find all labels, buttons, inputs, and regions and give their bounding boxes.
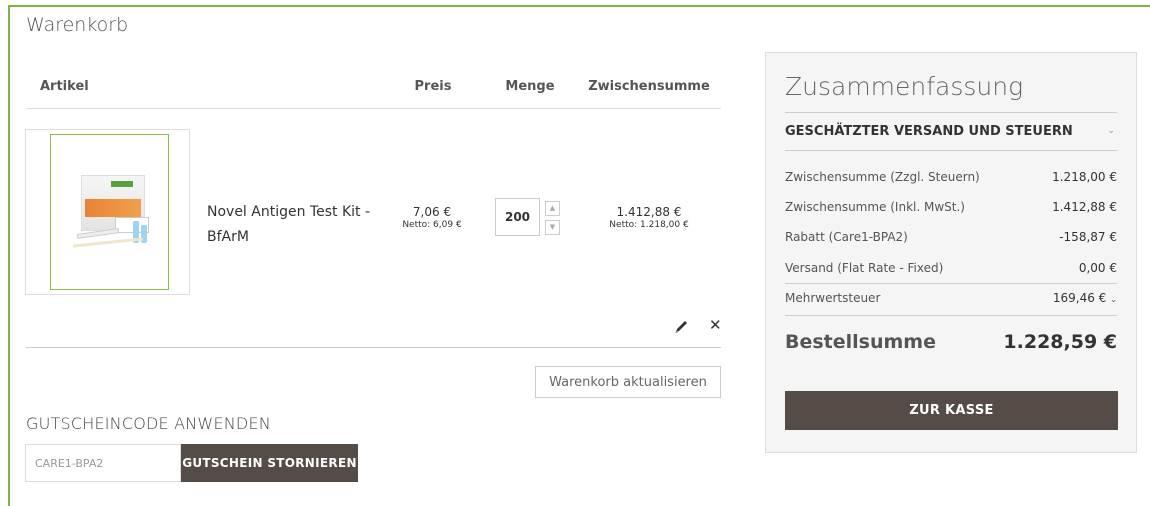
quantity-increase-button[interactable]: ▲ — [545, 201, 560, 216]
summary-row-subtotal-net: Zwischensumme (Zzgl. Steuern) 1.218,00 € — [785, 170, 1117, 190]
coupon-code-input[interactable] — [25, 444, 181, 482]
summary-divider — [785, 283, 1117, 284]
summary-divider — [785, 150, 1117, 151]
item-price-net: Netto: 6,09 € — [402, 220, 462, 230]
column-header-item: Artikel — [40, 79, 89, 94]
summary-row-value: 0,00 € — [1078, 261, 1117, 275]
vat-value: 169,46 € — [1052, 291, 1107, 305]
product-name[interactable]: Novel Antigen Test Kit - BfArM — [207, 200, 377, 250]
shipping-tax-label: GESCHÄTZTER VERSAND UND STEUERN — [785, 124, 1073, 139]
shipping-tax-toggle[interactable]: GESCHÄTZTER VERSAND UND STEUERN ⌄ — [785, 115, 1117, 149]
summary-title: Zusammenfassung — [785, 72, 1024, 101]
chevron-down-icon: ⌄ — [1110, 295, 1117, 304]
summary-row-value: -158,87 € — [1059, 230, 1117, 244]
summary-row-value: 169,46 € ⌄ — [1053, 291, 1117, 305]
summary-row-label: Zwischensumme (Inkl. MwSt.) — [785, 200, 965, 214]
chevron-down-icon: ▼ — [549, 223, 556, 231]
chevron-down-icon: ⌄ — [1107, 126, 1115, 136]
product-image[interactable] — [25, 129, 190, 295]
summary-row-value: 1.412,88 € — [1052, 200, 1117, 214]
product-box-stripe — [85, 199, 141, 217]
close-icon[interactable]: ✕ — [709, 317, 722, 333]
item-price: 7,06 € Netto: 6,09 € — [395, 205, 469, 230]
item-price-gross: 7,06 € — [412, 205, 452, 219]
order-total-value: 1.228,59 € — [1003, 331, 1117, 353]
chevron-up-icon: ▲ — [549, 204, 556, 212]
table-header-divider — [26, 108, 721, 109]
product-image-frame — [50, 134, 169, 290]
cancel-coupon-button[interactable]: GUTSCHEIN STORNIEREN — [181, 444, 358, 482]
column-header-quantity: Menge — [505, 79, 555, 94]
update-cart-button[interactable]: Warenkorb aktualisieren — [535, 366, 721, 398]
table-row-divider — [26, 347, 721, 348]
summary-row-discount: Rabatt (Care1-BPA2) -158,87 € — [785, 230, 1117, 250]
summary-divider — [785, 112, 1117, 113]
column-header-subtotal: Zwischensumme — [588, 79, 710, 94]
frame-border-top — [8, 5, 1150, 7]
summary-row-value: 1.218,00 € — [1052, 170, 1117, 184]
item-subtotal: 1.412,88 € Netto: 1.218,00 € — [582, 205, 716, 230]
coupon-title: GUTSCHEINCODE ANWENDEN — [26, 414, 271, 433]
summary-row-label: Zwischensumme (Zzgl. Steuern) — [785, 170, 980, 184]
checkout-button[interactable]: ZUR KASSE — [785, 391, 1118, 430]
summary-row-label: Versand (Flat Rate - Fixed) — [785, 261, 944, 275]
summary-row-shipping: Versand (Flat Rate - Fixed) 0,00 € — [785, 261, 1117, 281]
summary-row-vat[interactable]: Mehrwertsteuer 169,46 € ⌄ — [785, 291, 1117, 311]
item-subtotal-net: Netto: 1.218,00 € — [609, 220, 689, 230]
product-box-label — [111, 181, 133, 187]
summary-row-label: Mehrwertsteuer — [785, 291, 881, 305]
product-swab — [73, 237, 143, 248]
quantity-input[interactable] — [495, 198, 540, 236]
summary-row-subtotal-gross: Zwischensumme (Inkl. MwSt.) 1.412,88 € — [785, 200, 1117, 220]
item-subtotal-gross: 1.412,88 € — [616, 205, 682, 219]
order-total-label: Bestellsumme — [785, 331, 936, 353]
frame-border-left — [8, 5, 10, 506]
pencil-icon[interactable] — [674, 319, 690, 333]
order-summary-panel: Zusammenfassung GESCHÄTZTER VERSAND UND … — [765, 52, 1137, 453]
page-title: Warenkorb — [26, 14, 129, 36]
column-header-price: Preis — [414, 79, 452, 94]
quantity-decrease-button[interactable]: ▼ — [545, 220, 560, 235]
summary-divider — [785, 315, 1117, 316]
summary-row-label: Rabatt (Care1-BPA2) — [785, 230, 908, 244]
